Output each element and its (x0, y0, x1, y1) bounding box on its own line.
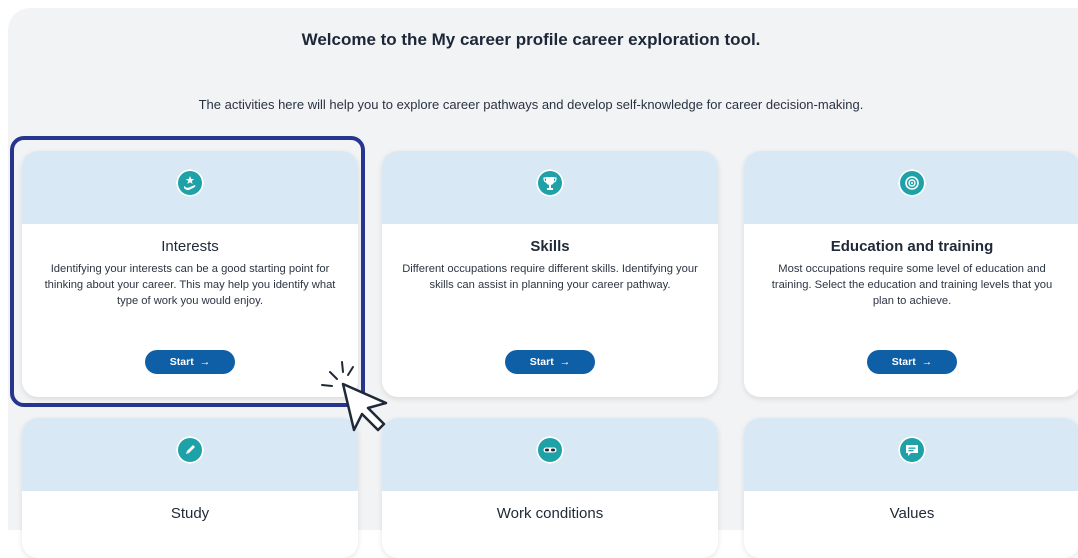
card-header (382, 418, 718, 491)
card-skills: Skills Different occupations require dif… (382, 151, 718, 397)
card-header (22, 418, 358, 491)
card-title: Work conditions (496, 505, 604, 522)
start-button-interests[interactable]: Start → (145, 350, 235, 374)
card-header (744, 151, 1078, 224)
arrow-right-icon: → (921, 356, 933, 368)
card-title: Education and training (830, 238, 994, 255)
arrow-right-icon: → (559, 356, 571, 368)
card-interests: Interests Identifying your interests can… (22, 151, 358, 397)
card-title: Study (170, 505, 210, 522)
card-header (382, 151, 718, 224)
goggles-icon (536, 436, 564, 464)
start-button-skills[interactable]: Start → (505, 350, 595, 374)
speech-bubble-icon (898, 436, 926, 464)
card-title: Interests (161, 238, 219, 255)
card-header (22, 151, 358, 224)
trophy-icon (536, 169, 564, 197)
page-title: Welcome to the My career profile career … (301, 30, 761, 49)
card-title: Skills (530, 238, 570, 255)
card-study: Study (22, 418, 358, 558)
hand-star-icon (176, 169, 204, 197)
card-work-conditions: Work conditions (382, 418, 718, 558)
card-description: Different occupations require different … (402, 263, 698, 291)
button-label: Start (891, 356, 916, 368)
pencil-icon (176, 436, 204, 464)
card-header (744, 418, 1078, 491)
pointer-cursor-icon (321, 361, 388, 432)
arrow-right-icon: → (199, 356, 211, 368)
card-education-and-training: Education and training Most occupations … (744, 151, 1078, 397)
card-values: Values (744, 418, 1078, 558)
start-button-education[interactable]: Start → (867, 350, 957, 374)
card-description: Identifying your interests can be a good… (44, 263, 336, 307)
award-icon (898, 169, 926, 197)
card-description: Most occupations require some level of e… (771, 263, 1053, 307)
button-label: Start (529, 356, 554, 368)
card-title: Values (889, 505, 935, 522)
page-subtitle: The activities here will help you to exp… (198, 97, 864, 112)
button-label: Start (169, 356, 194, 368)
